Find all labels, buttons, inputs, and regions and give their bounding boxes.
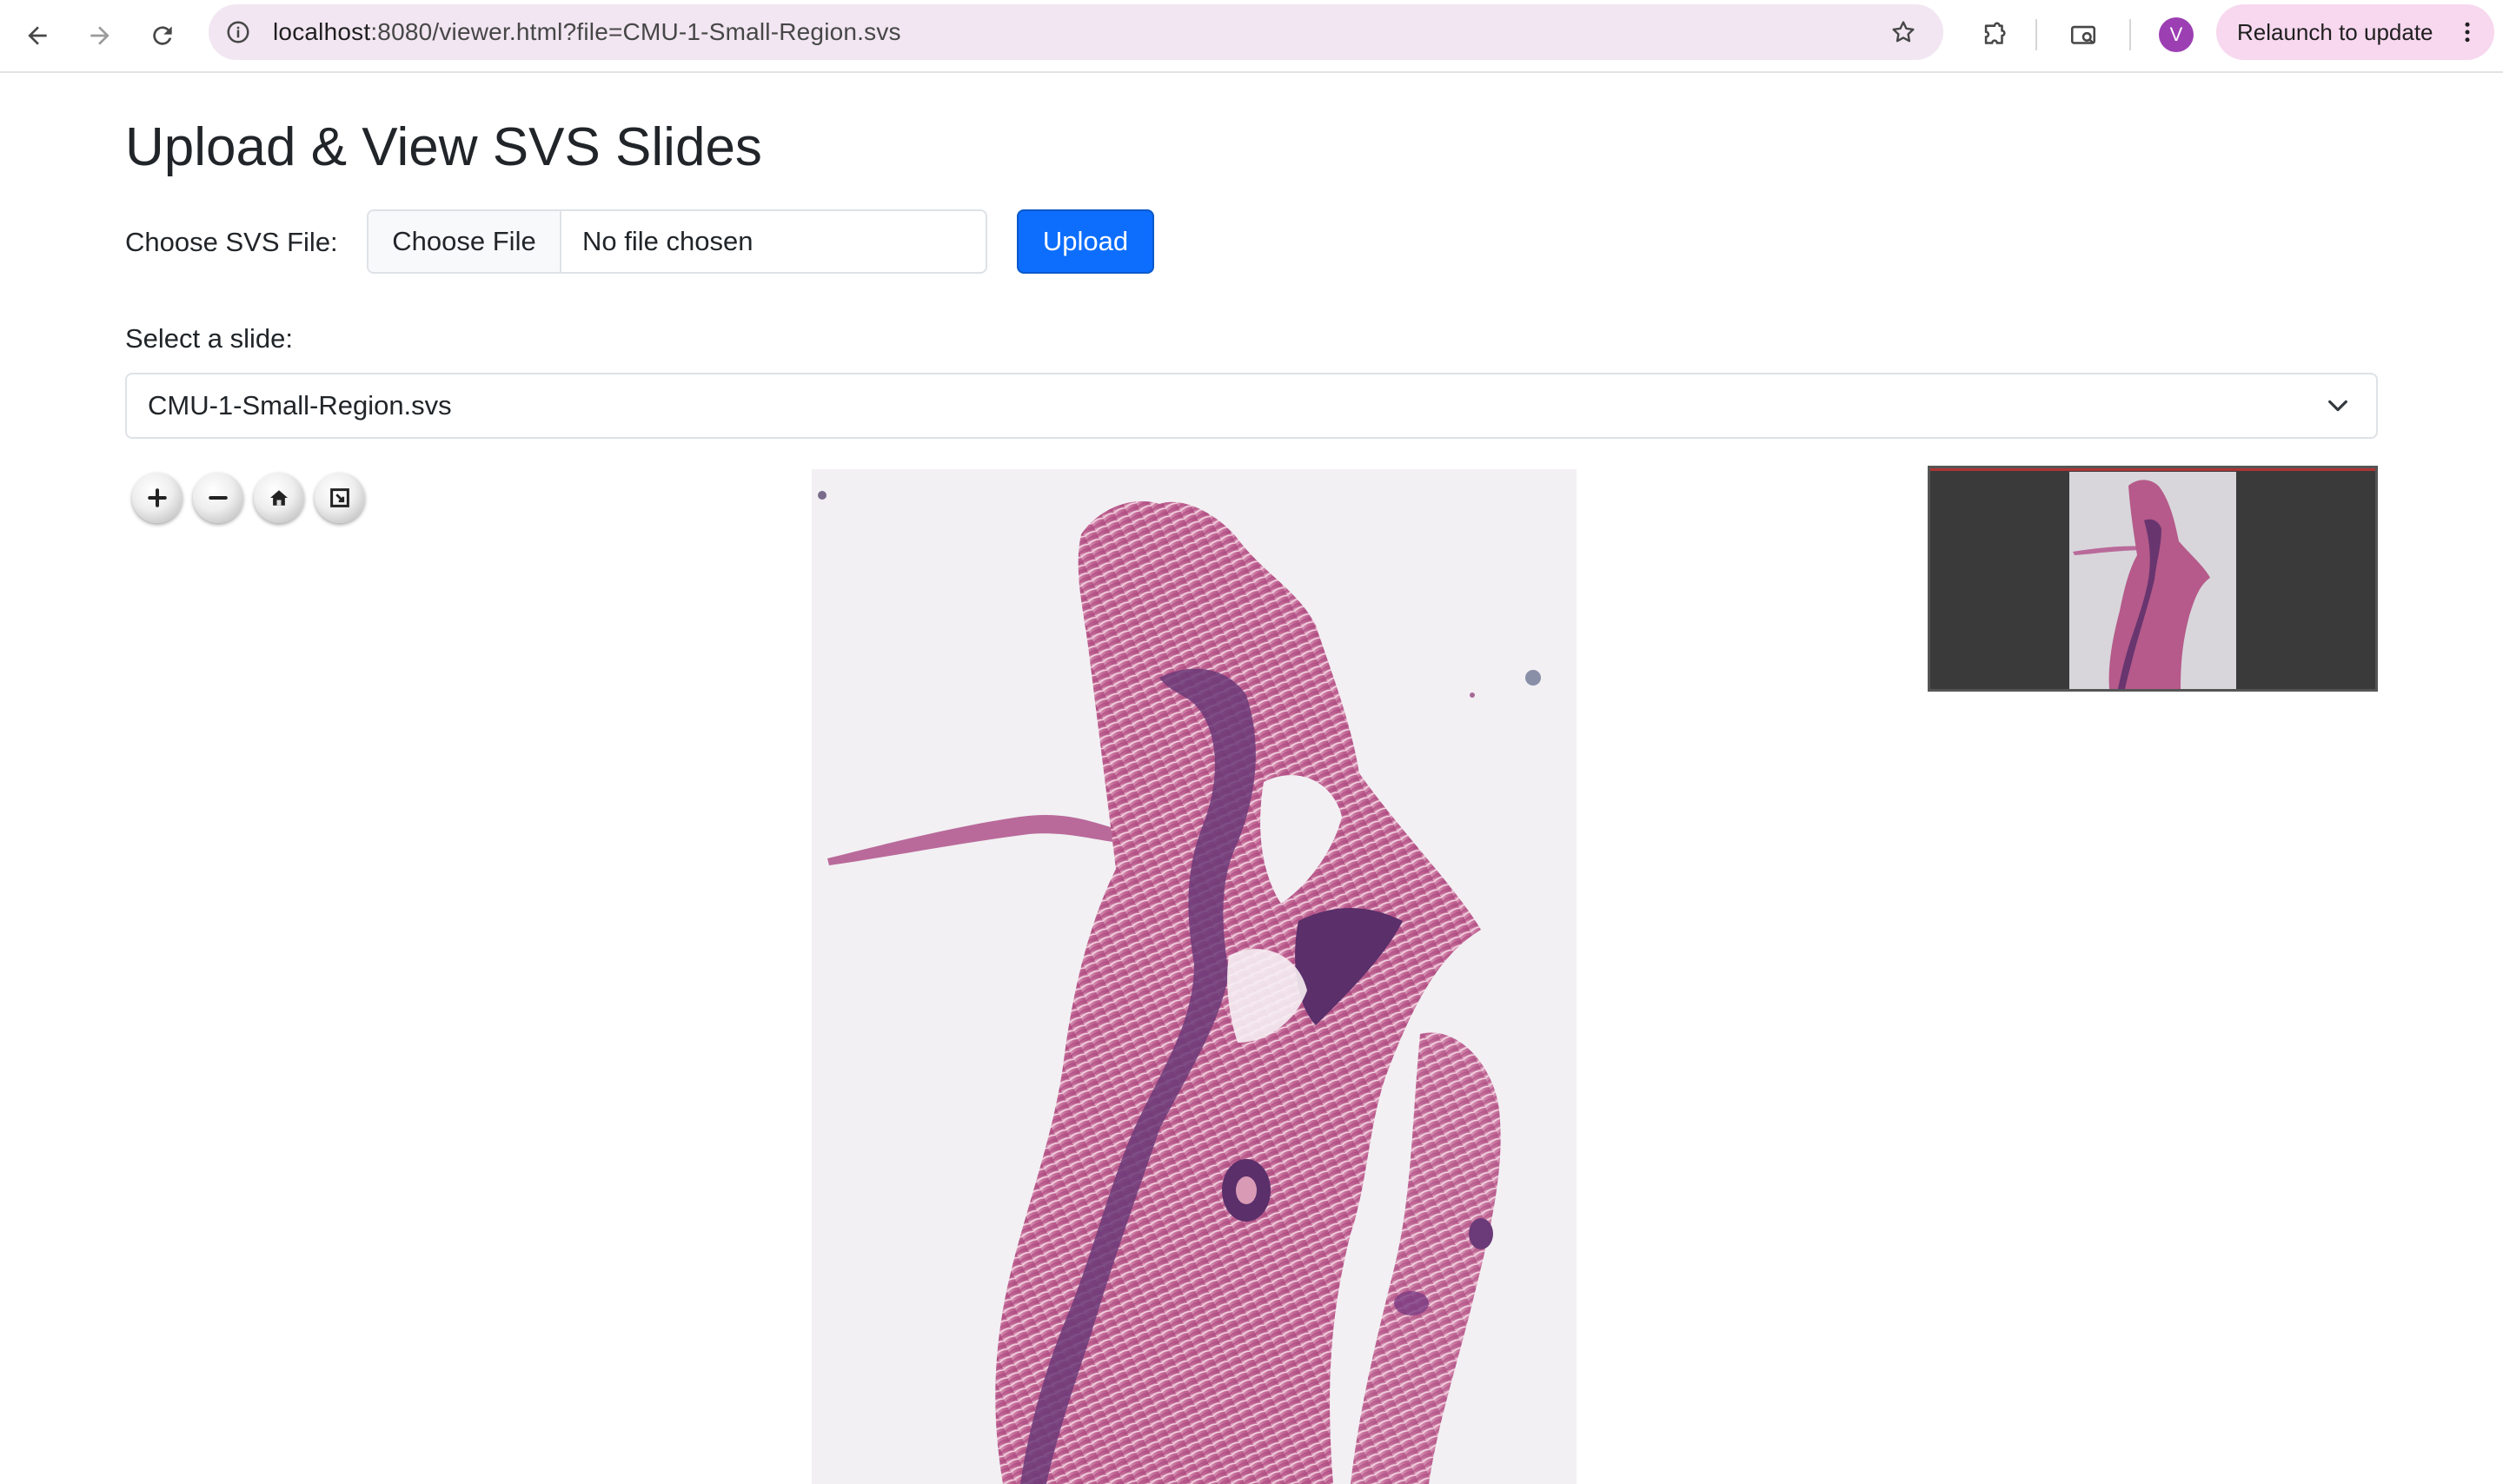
url-text: localhost:8080/viewer.html?file=CMU-1-Sm… (273, 4, 901, 60)
toolbar-divider (2035, 19, 2037, 50)
slide-select-value: CMU-1-Small-Region.svs (148, 390, 452, 421)
url-host: localhost (273, 18, 371, 45)
home-button[interactable] (254, 473, 304, 523)
slide-select-label: Select a slide: (125, 323, 293, 354)
url-path: :8080/viewer.html?file=CMU-1-Small-Regio… (370, 18, 901, 45)
zoom-in-icon (148, 488, 167, 507)
browser-toolbar: localhost:8080/viewer.html?file=CMU-1-Sm… (0, 0, 2503, 73)
info-icon[interactable] (221, 15, 256, 50)
relaunch-label: Relaunch to update (2237, 18, 2433, 45)
fullscreen-button[interactable] (315, 473, 365, 523)
file-input[interactable]: Choose File No file chosen (367, 209, 987, 274)
page-title: Upload & View SVS Slides (125, 117, 762, 177)
zoom-out-icon (209, 496, 228, 500)
star-icon[interactable] (1886, 15, 1921, 50)
relaunch-button[interactable]: Relaunch to update (2216, 4, 2494, 60)
cast-icon[interactable] (2060, 12, 2107, 59)
zoom-out-button[interactable] (193, 473, 243, 523)
address-bar[interactable]: localhost:8080/viewer.html?file=CMU-1-Sm… (209, 4, 1943, 60)
navigator-viewport-indicator (1930, 468, 2375, 471)
reload-icon (153, 26, 172, 45)
slide-viewer[interactable] (125, 466, 2378, 1484)
file-input-label: Choose SVS File: (125, 227, 338, 257)
toolbar-divider (2129, 19, 2131, 50)
navigator-minimap[interactable] (1928, 466, 2378, 692)
zoom-in-button[interactable] (132, 473, 183, 523)
forward-arrow-icon (90, 26, 110, 45)
slide-image[interactable] (812, 469, 1577, 1484)
navigator-thumbnail (2069, 472, 2236, 689)
file-name-text: No file chosen (582, 226, 754, 256)
more-vert-icon[interactable] (2454, 15, 2480, 50)
back-arrow-icon (28, 26, 47, 45)
reload-button[interactable] (139, 12, 186, 59)
home-icon (270, 490, 288, 506)
choose-file-button[interactable]: Choose File (368, 211, 561, 272)
slide-select[interactable]: CMU-1-Small-Region.svs (125, 373, 2378, 439)
forward-button[interactable] (76, 12, 123, 59)
back-button[interactable] (14, 12, 61, 59)
upload-button[interactable]: Upload (1017, 209, 1154, 274)
profile-avatar[interactable]: V (2159, 17, 2194, 52)
fullscreen-icon (330, 488, 349, 507)
chevron-down-icon (2328, 400, 2347, 412)
extensions-icon[interactable] (1971, 12, 2018, 59)
